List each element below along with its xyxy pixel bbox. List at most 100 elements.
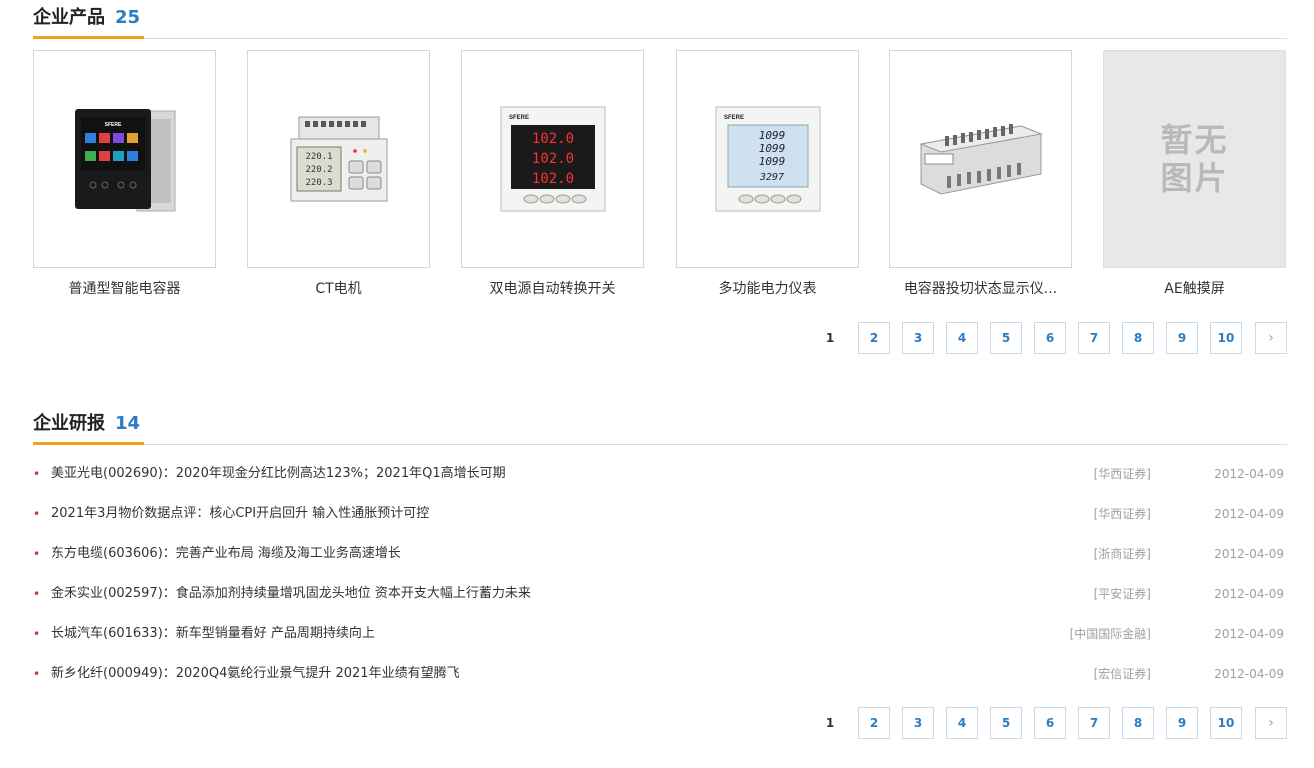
ct-motor-device-image: 220.1 220.2 220.3	[290, 116, 387, 202]
report-title-link[interactable]: 长城汽车(601633)：新车型销量看好 产品周期持续向上	[51, 617, 375, 651]
report-date: 2012-04-09	[1214, 467, 1284, 481]
report-source[interactable]: [宏信证券]	[1094, 657, 1151, 691]
reports-count: 14	[115, 413, 141, 434]
page-link[interactable]: 7	[1078, 322, 1110, 354]
smart-capacitor-device-image: SFERE	[74, 109, 175, 212]
device-brand-label: SFERE	[104, 122, 121, 128]
report-date: 2012-04-09	[1214, 627, 1284, 641]
products-count: 25	[115, 7, 141, 28]
bullet-dot-icon: •	[33, 547, 41, 561]
report-row[interactable]: • 2021年3月物价数据点评：核心CPI开启回升 输入性通胀预计可控 [华西证券]…	[33, 497, 1287, 537]
page-link[interactable]: 8	[1122, 707, 1154, 739]
report-title-link[interactable]: 美亚光电(002690)：2020年现金分红比例高达123%；2021年Q1高增…	[51, 457, 506, 491]
product-name[interactable]: CT电机	[247, 278, 430, 298]
report-row[interactable]: • 长城汽车(601633)：新车型销量看好 产品周期持续向上 [中国国际金融] 20…	[33, 617, 1287, 657]
lcd-reading-1: 1099	[758, 129, 785, 142]
no-image-text: 暂无 图片	[1160, 121, 1229, 197]
page-link[interactable]: 5	[990, 707, 1022, 739]
bullet-dot-icon: •	[33, 587, 41, 601]
multifunction-meter-device-image: SFERE 1099 1099 1099 3297	[715, 106, 820, 212]
page-link[interactable]: 9	[1166, 322, 1198, 354]
meter-reading-c: 102.0	[531, 171, 573, 187]
product-grid: SFERE 普通型智能电容器 220.1 220.2 220.3 CT电机 SF…	[33, 50, 1287, 310]
ct-reading-2: 220.2	[305, 165, 332, 175]
report-date: 2012-04-09	[1214, 547, 1284, 561]
page-link[interactable]: 9	[1166, 707, 1198, 739]
page-link[interactable]: 2	[858, 707, 890, 739]
no-image-placeholder[interactable]: 暂无 图片	[1103, 50, 1286, 268]
report-row[interactable]: • 东方电缆(603606)：完善产业布局 海缆及海工业务高速增长 [浙商证券] 20…	[33, 537, 1287, 577]
bullet-dot-icon: •	[33, 667, 41, 681]
product-image[interactable]: 220.1 220.2 220.3	[247, 50, 430, 268]
report-source[interactable]: [浙商证券]	[1094, 537, 1151, 571]
report-title-link[interactable]: 金禾实业(002597)：食品添加剂持续量增巩固龙头地位 资本开支大幅上行蓄力未…	[51, 577, 531, 611]
product-image[interactable]: SFERE 1099 1099 1099 3297	[676, 50, 859, 268]
reports-pagination: 1 2 3 4 5 6 7 8 9 10 ›	[0, 707, 1287, 739]
report-source[interactable]: [中国国际金融]	[1070, 617, 1151, 651]
page-current: 1	[814, 322, 846, 354]
report-title-link[interactable]: 东方电缆(603606)：完善产业布局 海缆及海工业务高速增长	[51, 537, 401, 571]
report-source[interactable]: [华西证券]	[1094, 497, 1151, 531]
product-name[interactable]: 普通型智能电容器	[33, 278, 216, 298]
page-link[interactable]: 2	[858, 322, 890, 354]
products-pagination: 1 2 3 4 5 6 7 8 9 10 ›	[0, 322, 1287, 354]
products-section-header: 企业产品 25	[33, 0, 1287, 39]
lcd-reading-4: 3297	[758, 172, 783, 183]
product-card[interactable]: 220.1 220.2 220.3 CT电机	[247, 50, 430, 298]
page-link[interactable]: 10	[1210, 322, 1242, 354]
next-page-button[interactable]: ›	[1255, 322, 1287, 354]
status-display-device-image	[918, 124, 1043, 195]
report-source[interactable]: [平安证券]	[1094, 577, 1151, 611]
bullet-dot-icon: •	[33, 627, 41, 641]
page-link[interactable]: 6	[1034, 322, 1066, 354]
product-name[interactable]: 电容器投切状态显示仪...	[889, 278, 1072, 298]
page-link[interactable]: 3	[902, 322, 934, 354]
ct-reading-3: 220.3	[305, 178, 332, 188]
product-card[interactable]: SFERE 普通型智能电容器	[33, 50, 216, 298]
report-row[interactable]: • 新乡化纤(000949)：2020Q4氨纶行业景气提升 2021年业绩有望腾飞…	[33, 657, 1287, 697]
next-page-button[interactable]: ›	[1255, 707, 1287, 739]
page-link[interactable]: 8	[1122, 322, 1154, 354]
product-card[interactable]: SFERE 1099 1099 1099 3297 多功能电力仪表	[676, 50, 859, 298]
product-card[interactable]: 电容器投切状态显示仪...	[889, 50, 1072, 298]
bullet-dot-icon: •	[33, 507, 41, 521]
report-row[interactable]: • 金禾实业(002597)：食品添加剂持续量增巩固龙头地位 资本开支大幅上行蓄力…	[33, 577, 1287, 617]
page-link[interactable]: 10	[1210, 707, 1242, 739]
reports-title-text: 企业研报	[33, 413, 105, 434]
dual-power-meter-device-image: SFERE 102.0 102.0 102.0	[500, 106, 605, 212]
report-title-link[interactable]: 新乡化纤(000949)：2020Q4氨纶行业景气提升 2021年业绩有望腾飞	[51, 657, 460, 691]
page-current: 1	[814, 707, 846, 739]
product-card[interactable]: SFERE 102.0 102.0 102.0 双电源自动转换开关	[461, 50, 644, 298]
reports-list: • 美亚光电(002690)：2020年现金分红比例高达123%；2021年Q1高…	[33, 457, 1287, 697]
product-image[interactable]: SFERE	[33, 50, 216, 268]
product-image[interactable]	[889, 50, 1072, 268]
ct-reading-1: 220.1	[305, 152, 332, 162]
meter-reading-a: 102.0	[531, 131, 573, 147]
report-date: 2012-04-09	[1214, 507, 1284, 521]
device-brand-label: SFERE	[724, 115, 744, 121]
lcd-reading-3: 1099	[758, 155, 785, 168]
report-row[interactable]: • 美亚光电(002690)：2020年现金分红比例高达123%；2021年Q1高…	[33, 457, 1287, 497]
device-brand-label: SFERE	[509, 115, 529, 121]
product-name[interactable]: 双电源自动转换开关	[461, 278, 644, 298]
page-link[interactable]: 6	[1034, 707, 1066, 739]
page-link[interactable]: 4	[946, 322, 978, 354]
page-link[interactable]: 4	[946, 707, 978, 739]
report-source[interactable]: [华西证券]	[1094, 457, 1151, 491]
product-name[interactable]: AE触摸屏	[1103, 278, 1286, 298]
product-card[interactable]: 暂无 图片 AE触摸屏	[1103, 50, 1286, 298]
reports-section-header: 企业研报 14	[33, 406, 1287, 445]
page-link[interactable]: 3	[902, 707, 934, 739]
products-title-text: 企业产品	[33, 7, 105, 28]
bullet-dot-icon: •	[33, 467, 41, 481]
report-title-link[interactable]: 2021年3月物价数据点评：核心CPI开启回升 输入性通胀预计可控	[51, 497, 429, 531]
report-date: 2012-04-09	[1214, 667, 1284, 681]
product-name[interactable]: 多功能电力仪表	[676, 278, 859, 298]
page-link[interactable]: 7	[1078, 707, 1110, 739]
product-image[interactable]: SFERE 102.0 102.0 102.0	[461, 50, 644, 268]
page-link[interactable]: 5	[990, 322, 1022, 354]
meter-reading-b: 102.0	[531, 151, 573, 167]
products-title: 企业产品 25	[33, 3, 145, 39]
lcd-reading-2: 1099	[758, 142, 785, 155]
report-date: 2012-04-09	[1214, 587, 1284, 601]
